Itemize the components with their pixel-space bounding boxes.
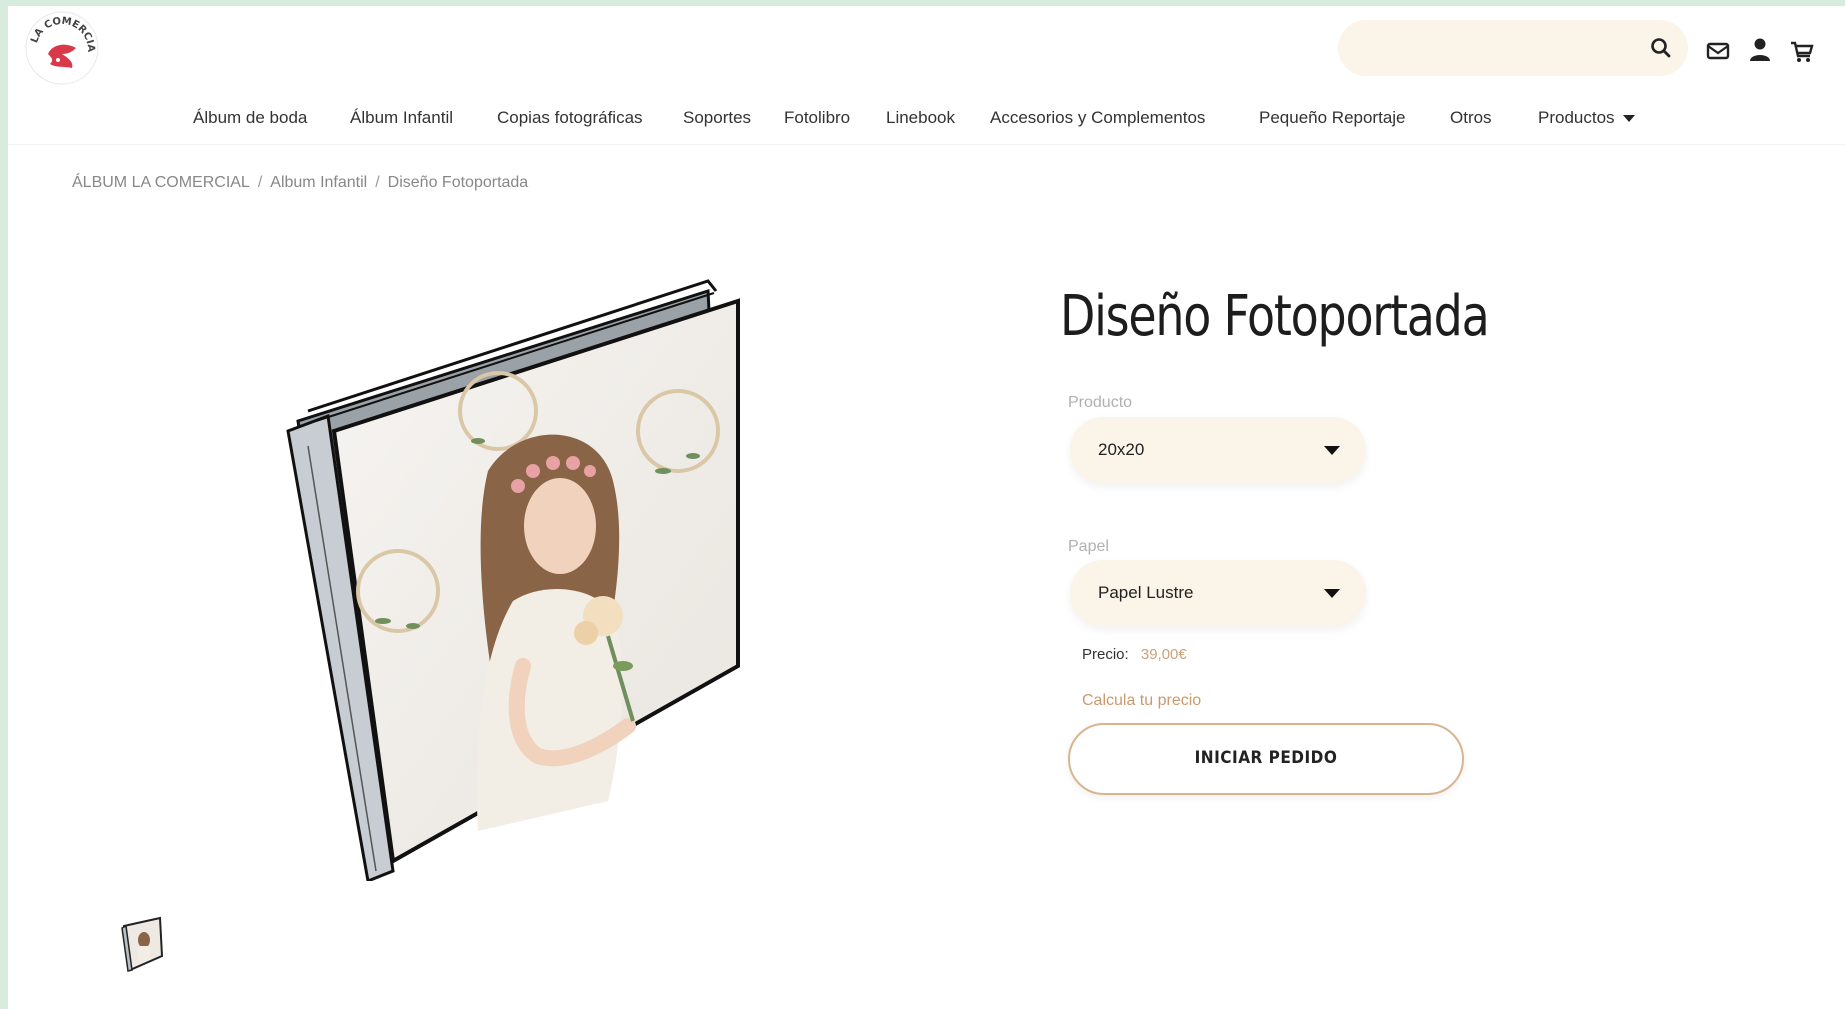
papel-select-value: Papel Lustre	[1098, 583, 1194, 602]
breadcrumb-category[interactable]: Album Infantil	[270, 174, 367, 191]
product-thumbnail[interactable]	[120, 916, 166, 972]
search-input[interactable]	[1358, 20, 1632, 78]
price-value: 39,00€	[1140, 646, 1187, 663]
nav-item-productos-label: Productos	[1538, 108, 1615, 127]
start-order-button-label: INICIAR PEDIDO	[1194, 748, 1338, 768]
nav-item-copias[interactable]: Copias fotográficas	[497, 108, 643, 128]
product-image[interactable]	[268, 271, 748, 884]
papel-select[interactable]: Papel Lustre	[1070, 560, 1366, 626]
breadcrumb-home[interactable]: ÁLBUM LA COMERCIAL	[72, 174, 250, 191]
search-button[interactable]	[1648, 35, 1674, 61]
papel-label: Papel	[1068, 538, 1109, 555]
nav-item-album-infantil[interactable]: Álbum Infantil	[350, 108, 453, 128]
nav-item-otros[interactable]: Otros	[1450, 108, 1492, 128]
breadcrumb-current: Diseño Fotoportada	[387, 174, 529, 191]
nav-item-productos[interactable]: Productos	[1538, 108, 1635, 128]
producto-select[interactable]: 20x20	[1070, 417, 1366, 483]
mail-icon	[1706, 42, 1730, 60]
product-title: Diseño Fotoportada	[1060, 284, 1490, 349]
chevron-down-icon	[1622, 115, 1635, 123]
cart-icon	[1791, 41, 1814, 62]
mail-button[interactable]	[1704, 38, 1732, 64]
start-order-button[interactable]: INICIAR PEDIDO	[1068, 723, 1464, 795]
nav-item-pequeno-reportaje[interactable]: Pequeño Reportaje	[1259, 108, 1406, 128]
photo-album-image	[286, 279, 740, 884]
nav-item-soportes[interactable]: Soportes	[683, 108, 751, 128]
nav-item-album-boda[interactable]: Álbum de boda	[193, 108, 307, 128]
breadcrumb-separator: /	[375, 174, 380, 191]
user-icon	[1750, 38, 1770, 61]
calculate-price-link[interactable]: Calcula tu precio	[1082, 692, 1201, 710]
chevron-down-icon	[1324, 446, 1340, 455]
price-row: Precio: 39,00€	[1082, 646, 1187, 663]
breadcrumb: ÁLBUM LA COMERCIAL / Album Infantil / Diseño…	[72, 174, 528, 192]
logo-icon: LA COMERCIAL	[19, 6, 99, 85]
price-label: Precio:	[1082, 646, 1129, 663]
breadcrumb-separator: /	[257, 174, 263, 191]
chevron-down-icon	[1324, 589, 1340, 598]
nav-item-fotolibro[interactable]: Fotolibro	[784, 108, 850, 128]
nav-item-linebook[interactable]: Linebook	[886, 108, 955, 128]
producto-select-value: 20x20	[1098, 440, 1145, 459]
account-button[interactable]	[1746, 36, 1774, 62]
thumbnail-image	[121, 916, 164, 972]
nav-item-accesorios[interactable]: Accesorios y Complementos	[990, 108, 1205, 128]
search-icon	[1651, 38, 1671, 58]
logo[interactable]: LA COMERCIAL	[19, 6, 102, 88]
search-box	[1338, 20, 1688, 78]
main-nav: Álbum de boda Álbum Infantil Copias foto…	[8, 94, 1845, 145]
cart-button[interactable]	[1788, 38, 1816, 64]
producto-label: Producto	[1068, 394, 1133, 411]
page: LA COMERCIAL	[8, 6, 1845, 1009]
